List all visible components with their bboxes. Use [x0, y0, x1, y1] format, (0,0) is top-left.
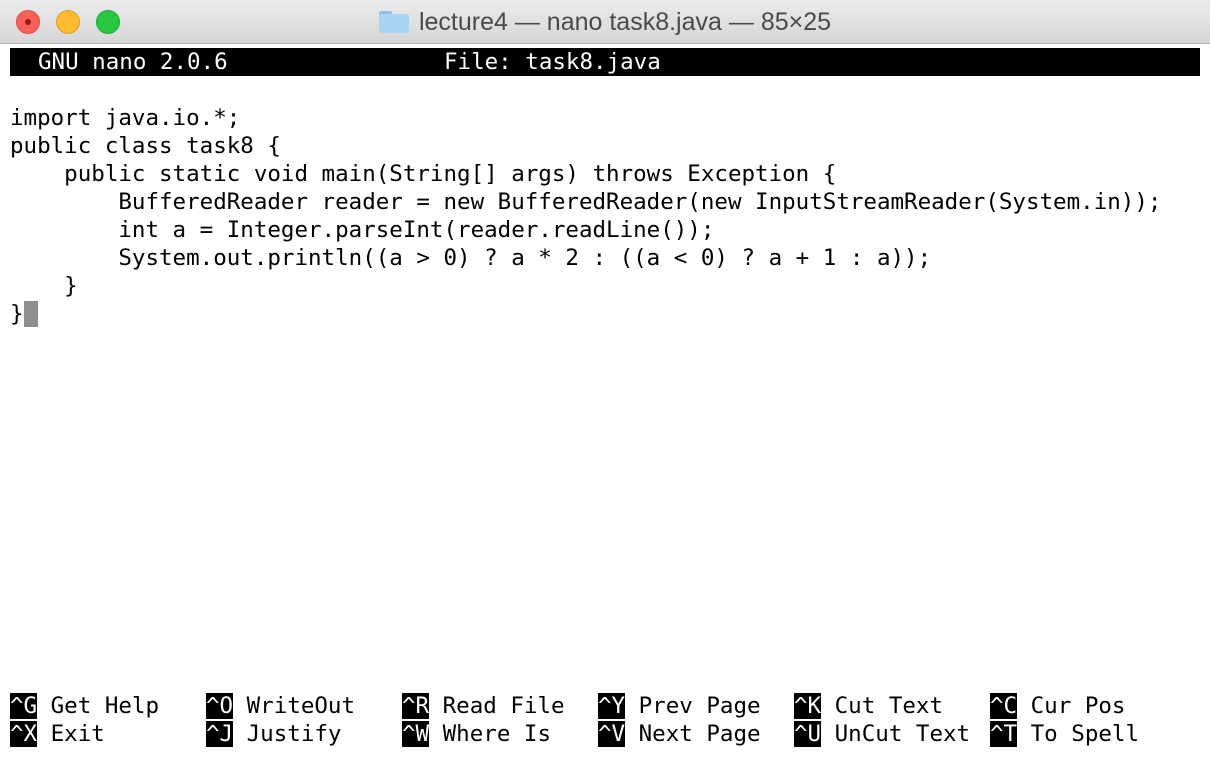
- shortcut-justify[interactable]: ^J Justify: [206, 720, 341, 748]
- shortcut-label: Prev Page: [638, 693, 761, 719]
- shortcut-cut-text[interactable]: ^K Cut Text: [794, 692, 943, 720]
- window-title: lecture4 — nano task8.java — 85×25: [418, 7, 832, 36]
- shortcut-label: Exit: [50, 721, 105, 747]
- code-line-5: BufferedReader reader = new BufferedRead…: [10, 189, 1162, 215]
- shortcut-read-file[interactable]: ^R Read File: [402, 692, 565, 720]
- shortcut-key: ^R: [402, 693, 430, 719]
- code-line-2: import java.io.*;: [10, 105, 241, 131]
- folder-icon: [378, 11, 409, 33]
- shortcut-label: Justify: [246, 721, 342, 747]
- shortcut-uncut-text[interactable]: ^U UnCut Text: [794, 720, 970, 748]
- shortcut-key: ^Y: [598, 693, 626, 719]
- shortcut-prev-page[interactable]: ^Y Prev Page: [598, 692, 761, 720]
- shortcut-key: ^C: [990, 693, 1018, 719]
- code-line-7: System.out.println((a > 0) ? a * 2 : ((a…: [10, 245, 932, 271]
- code-line-8: }: [10, 273, 78, 299]
- shortcut-next-page[interactable]: ^V Next Page: [598, 720, 761, 748]
- shortcut-key: ^X: [10, 721, 38, 747]
- shortcut-to-spell[interactable]: ^T To Spell: [990, 720, 1139, 748]
- nano-version: GNU nano 2.0.6: [38, 49, 228, 75]
- shortcut-get-help[interactable]: ^G Get Help: [10, 692, 159, 720]
- shortcut-where-is[interactable]: ^W Where Is: [402, 720, 551, 748]
- shortcut-label: To Spell: [1030, 721, 1140, 747]
- shortcut-label: Where Is: [442, 721, 552, 747]
- nano-header-bar: GNU nano 2.0.6 File: task8.java: [10, 48, 1200, 76]
- shortcut-key: ^O: [206, 693, 234, 719]
- code-line-6: int a = Integer.parseInt(reader.readLine…: [10, 217, 715, 243]
- shortcut-label: Cut Text: [834, 693, 944, 719]
- shortcut-cur-pos[interactable]: ^C Cur Pos: [990, 692, 1125, 720]
- title-bar[interactable]: lecture4 — nano task8.java — 85×25: [0, 0, 1210, 44]
- shortcut-key: ^U: [794, 721, 822, 747]
- code-line-9-text: }: [10, 301, 24, 327]
- shortcut-label: Next Page: [638, 721, 761, 747]
- shortcut-key: ^W: [402, 721, 430, 747]
- shortcut-exit[interactable]: ^X Exit: [10, 720, 105, 748]
- terminal-content[interactable]: GNU nano 2.0.6 File: task8.java import j…: [10, 48, 1200, 752]
- nano-file-name: File: task8.java: [444, 49, 661, 75]
- shortcut-key: ^V: [598, 721, 626, 747]
- shortcut-key: ^J: [206, 721, 234, 747]
- shortcut-label: Read File: [442, 693, 565, 719]
- shortcut-key: ^K: [794, 693, 822, 719]
- code-line-9: }: [10, 300, 38, 328]
- shortcut-label: Get Help: [50, 693, 160, 719]
- code-line-4: public static void main(String[] args) t…: [10, 161, 837, 187]
- terminal-window: lecture4 — nano task8.java — 85×25 GNU n…: [0, 0, 1210, 758]
- shortcut-key: ^T: [990, 721, 1018, 747]
- shortcut-label: WriteOut: [246, 693, 356, 719]
- code-line-3: public class task8 {: [10, 133, 281, 159]
- text-cursor: [23, 301, 38, 327]
- shortcut-label: UnCut Text: [834, 721, 971, 747]
- shortcut-label: Cur Pos: [1030, 693, 1126, 719]
- shortcut-writeout[interactable]: ^O WriteOut: [206, 692, 355, 720]
- shortcut-key: ^G: [10, 693, 38, 719]
- window-title-group: lecture4 — nano task8.java — 85×25: [0, 0, 1210, 44]
